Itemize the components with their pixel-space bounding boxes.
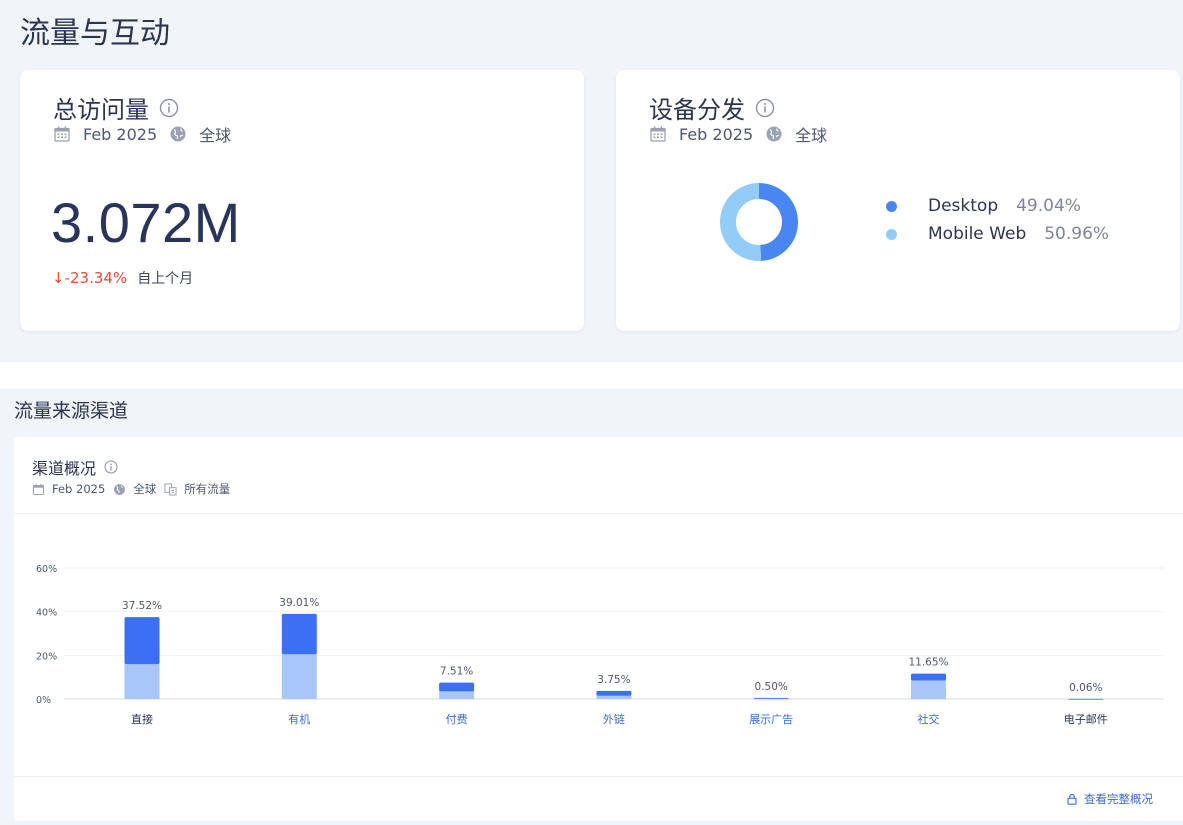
divider (14, 513, 1183, 514)
device-legend: Desktop 49.04% Mobile Web 50.96% (886, 192, 1109, 248)
total-visits-card: 总访问量 Feb 2025 全球 3.072M ↓-23.34% 自上个月 (20, 70, 584, 331)
bar-segment[interactable] (281, 613, 317, 655)
x-tick-label[interactable]: 社交 (918, 712, 940, 726)
traffic-type-label: 所有流量 (184, 482, 231, 496)
channel-overview-card: 渠道概况 Feb 2025 全球 所有流量 0% 20% 40% 60% 37.52% 直… (14, 437, 1183, 821)
card-header: 渠道概况 (32, 455, 118, 479)
device-donut-chart[interactable] (720, 183, 798, 261)
bar-value-label: 0.06% (1069, 682, 1102, 694)
bar-segment[interactable] (596, 695, 632, 699)
page-title: 流量与互动 (20, 16, 170, 51)
globe-icon (113, 483, 126, 496)
bar-segment[interactable] (753, 697, 789, 699)
bar-segment[interactable] (439, 691, 475, 699)
device-distribution-card: 设备分发 Feb 2025 全球 Desktop 49.04% Mobile W… (616, 70, 1180, 331)
legend-value: 49.04% (1016, 196, 1081, 216)
info-icon[interactable] (104, 460, 118, 474)
x-tick-label[interactable]: 直接 (131, 712, 153, 726)
region-label: 全球 (795, 126, 828, 145)
channel-bar-chart: 0% 20% 40% 60% 37.52% 直接 39.01% 有机 7.51% 付费 3.75% 外… (36, 564, 1164, 726)
y-tick-label: 0% (36, 695, 51, 706)
y-tick-label: 40% (36, 608, 57, 619)
legend-item-desktop[interactable]: Desktop 49.04% (886, 192, 1109, 220)
card-title: 总访问量 (53, 96, 149, 124)
calendar-icon (53, 125, 71, 143)
x-tick-label[interactable]: 展示广告 (749, 713, 793, 726)
y-tick-label: 60% (36, 564, 57, 575)
bar-segment[interactable] (911, 680, 946, 699)
bar-segment[interactable] (281, 654, 317, 699)
calendar-icon (32, 483, 45, 496)
bar-value-label: 3.75% (597, 674, 630, 686)
date-label: Feb 2025 (83, 124, 158, 144)
legend-dot-desktop (886, 200, 897, 212)
view-full-overview-link[interactable]: 查看完整概况 (1066, 791, 1153, 807)
x-tick-label[interactable]: 外链 (603, 712, 625, 726)
traffic-type-icon (164, 482, 177, 496)
bar-segment[interactable] (124, 617, 160, 665)
card-title: 渠道概况 (32, 459, 97, 478)
card-meta: Feb 2025 全球 所有流量 (32, 481, 230, 497)
legend-value: 50.96% (1044, 224, 1110, 244)
bar-segment[interactable] (124, 664, 160, 699)
card-meta: Feb 2025 全球 (649, 122, 827, 146)
legend-label: Mobile Web (928, 224, 1027, 244)
lock-icon (1066, 793, 1078, 805)
legend-item-mobile-web[interactable]: Mobile Web 50.96% (886, 220, 1109, 248)
legend-label: Desktop (928, 196, 999, 216)
region-label: 全球 (133, 482, 157, 496)
bar-segment[interactable] (596, 690, 632, 696)
bar-value-label: 37.52% (122, 600, 162, 612)
calendar-icon (649, 125, 667, 143)
view-full-overview-label: 查看完整概况 (1084, 792, 1153, 806)
bar-value-label: 0.50% (755, 681, 788, 693)
date-label: Feb 2025 (679, 124, 754, 144)
card-meta: Feb 2025 全球 (53, 122, 231, 146)
info-icon[interactable] (755, 98, 775, 118)
change-value: ↓-23.34% (52, 269, 128, 287)
section-title: 流量来源渠道 (14, 400, 129, 422)
legend-dot-mobile-web (886, 228, 897, 240)
region-label: 全球 (199, 126, 232, 145)
card-title: 设备分发 (649, 96, 745, 124)
bar-segment[interactable] (439, 682, 475, 692)
bar-value-label: 7.51% (440, 666, 473, 678)
total-visits-value: 3.072M (51, 191, 241, 254)
info-icon[interactable] (159, 98, 179, 118)
x-tick-label[interactable]: 付费 (446, 713, 468, 726)
change-suffix: 自上个月 (137, 271, 194, 287)
divider (14, 776, 1183, 777)
x-tick-label[interactable]: 有机 (288, 712, 310, 726)
card-header: 设备分发 (649, 90, 775, 125)
bar-value-label: 11.65% (908, 657, 948, 669)
change-indicator: ↓-23.34% 自上个月 (52, 268, 193, 288)
y-tick-label: 20% (36, 651, 57, 662)
globe-icon (169, 125, 187, 143)
bar-value-label: 39.01% (279, 597, 319, 609)
date-label: Feb 2025 (52, 482, 106, 496)
bar-segment[interactable] (1068, 698, 1104, 700)
globe-icon (765, 125, 783, 143)
bar-segment[interactable] (911, 673, 946, 681)
card-header: 总访问量 (53, 90, 179, 125)
x-tick-label[interactable]: 电子邮件 (1064, 713, 1108, 726)
